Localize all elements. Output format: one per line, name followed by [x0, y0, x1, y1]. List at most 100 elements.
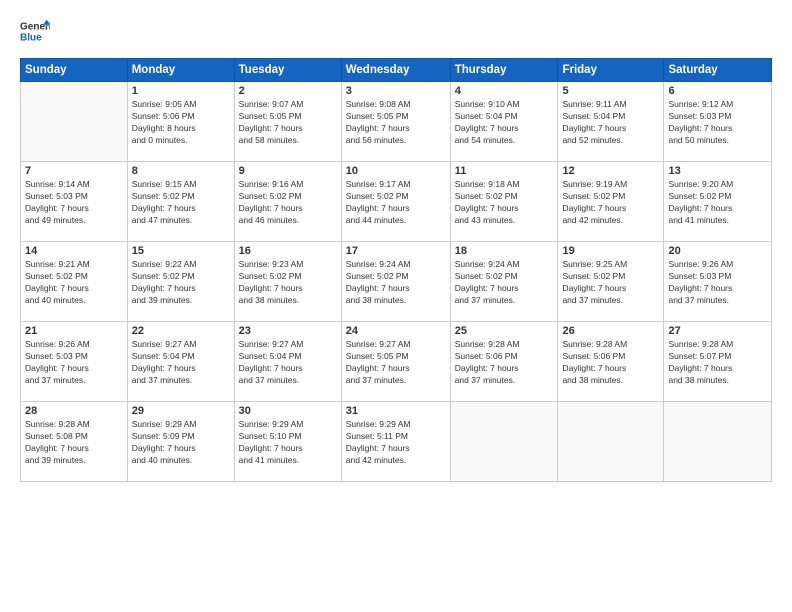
day-cell: 29Sunrise: 9:29 AMSunset: 5:09 PMDayligh… — [127, 402, 234, 482]
day-number: 25 — [455, 325, 554, 337]
day-number: 21 — [25, 325, 123, 337]
weekday-header-thursday: Thursday — [450, 59, 558, 82]
day-info: Sunrise: 9:27 AMSunset: 5:05 PMDaylight:… — [346, 339, 446, 387]
day-cell: 2 Sunrise: 9:07 AMSunset: 5:05 PMDaylight… — [234, 82, 341, 162]
day-info: Sunrise: 9:24 AMSunset: 5:02 PMDaylight:… — [346, 259, 446, 307]
day-info: Sunrise: 9:20 AMSunset: 5:02 PMDaylight:… — [668, 179, 767, 227]
weekday-header-monday: Monday — [127, 59, 234, 82]
day-number: 4 — [455, 85, 554, 97]
day-cell: 17 Sunrise: 9:24 AMSunset: 5:02 PMDayligh… — [341, 242, 450, 322]
day-info: Sunrise: 9:08 AMSunset: 5:05 PMDaylight:… — [346, 99, 446, 147]
day-number: 7 — [25, 165, 123, 177]
day-info: Sunrise: 9:28 AMSunset: 5:06 PMDaylight:… — [455, 339, 554, 387]
weekday-header-friday: Friday — [558, 59, 664, 82]
day-info: Sunrise: 9:15 AMSunset: 5:02 PMDaylight:… — [132, 179, 230, 227]
day-info: Sunrise: 9:21 AMSunset: 5:02 PMDaylight:… — [25, 259, 123, 307]
day-cell: 16 Sunrise: 9:23 AMSunset: 5:02 PMDayligh… — [234, 242, 341, 322]
day-info: Sunrise: 9:28 AMSunset: 5:07 PMDaylight:… — [668, 339, 767, 387]
day-number: 12 — [562, 165, 659, 177]
day-cell: 20 Sunrise: 9:26 AMSunset: 5:03 PMDayligh… — [664, 242, 772, 322]
day-info: Sunrise: 9:07 AMSunset: 5:05 PMDaylight:… — [239, 99, 337, 147]
day-info: Sunrise: 9:19 AMSunset: 5:02 PMDaylight:… — [562, 179, 659, 227]
day-number: 24 — [346, 325, 446, 337]
day-number: 19 — [562, 245, 659, 257]
day-number: 9 — [239, 165, 337, 177]
day-number: 15 — [132, 245, 230, 257]
day-number: 3 — [346, 85, 446, 97]
day-info: Sunrise: 9:14 AMSunset: 5:03 PMDaylight:… — [25, 179, 123, 227]
day-cell: 14 Sunrise: 9:21 AMSunset: 5:02 PMDayligh… — [21, 242, 128, 322]
day-cell: 21 Sunrise: 9:26 AMSunset: 5:03 PMDayligh… — [21, 322, 128, 402]
day-cell: 27 Sunrise: 9:28 AMSunset: 5:07 PMDayligh… — [664, 322, 772, 402]
day-cell: 18 Sunrise: 9:24 AMSunset: 5:02 PMDayligh… — [450, 242, 558, 322]
day-cell: 1 Sunrise: 9:05 AMSunset: 5:06 PMDaylight… — [127, 82, 234, 162]
day-info: Sunrise: 9:18 AMSunset: 5:02 PMDaylight:… — [455, 179, 554, 227]
day-number: 28 — [25, 405, 123, 417]
day-number: 1 — [132, 85, 230, 97]
day-number: 29 — [132, 405, 230, 417]
day-info: Sunrise: 9:26 AMSunset: 5:03 PMDaylight:… — [668, 259, 767, 307]
day-info: Sunrise: 9:11 AMSunset: 5:04 PMDaylight:… — [562, 99, 659, 147]
day-number: 16 — [239, 245, 337, 257]
day-info: Sunrise: 9:23 AMSunset: 5:02 PMDaylight:… — [239, 259, 337, 307]
day-info: Sunrise: 9:28 AMSunset: 5:06 PMDaylight:… — [562, 339, 659, 387]
week-row-3: 14 Sunrise: 9:21 AMSunset: 5:02 PMDayligh… — [21, 242, 772, 322]
logo: General Blue — [20, 18, 50, 48]
weekday-header-row: SundayMondayTuesdayWednesdayThursdayFrid… — [21, 59, 772, 82]
day-number: 18 — [455, 245, 554, 257]
day-cell: 15 Sunrise: 9:22 AMSunset: 5:02 PMDayligh… — [127, 242, 234, 322]
day-number: 14 — [25, 245, 123, 257]
day-number: 10 — [346, 165, 446, 177]
day-number: 11 — [455, 165, 554, 177]
day-cell: 22 Sunrise: 9:27 AMSunset: 5:04 PMDayligh… — [127, 322, 234, 402]
day-cell: 12 Sunrise: 9:19 AMSunset: 5:02 PMDayligh… — [558, 162, 664, 242]
day-cell — [21, 82, 128, 162]
day-number: 5 — [562, 85, 659, 97]
day-number: 17 — [346, 245, 446, 257]
day-number: 27 — [668, 325, 767, 337]
day-number: 23 — [239, 325, 337, 337]
day-number: 6 — [668, 85, 767, 97]
day-number: 2 — [239, 85, 337, 97]
day-info: Sunrise: 9:22 AMSunset: 5:02 PMDaylight:… — [132, 259, 230, 307]
day-cell: 10 Sunrise: 9:17 AMSunset: 5:02 PMDayligh… — [341, 162, 450, 242]
day-cell — [450, 402, 558, 482]
day-number: 13 — [668, 165, 767, 177]
day-number: 31 — [346, 405, 446, 417]
calendar-table: SundayMondayTuesdayWednesdayThursdayFrid… — [20, 58, 772, 482]
week-row-1: 1 Sunrise: 9:05 AMSunset: 5:06 PMDaylight… — [21, 82, 772, 162]
day-number: 20 — [668, 245, 767, 257]
day-cell — [558, 402, 664, 482]
weekday-header-sunday: Sunday — [21, 59, 128, 82]
day-info: Sunrise: 9:25 AMSunset: 5:02 PMDaylight:… — [562, 259, 659, 307]
svg-text:Blue: Blue — [20, 33, 42, 44]
day-info: Sunrise: 9:27 AMSunset: 5:04 PMDaylight:… — [239, 339, 337, 387]
day-info: Sunrise: 9:26 AMSunset: 5:03 PMDaylight:… — [25, 339, 123, 387]
day-cell: 31 Sunrise: 9:29 AMSunset: 5:11 PMDayligh… — [341, 402, 450, 482]
day-number: 26 — [562, 325, 659, 337]
day-cell — [664, 402, 772, 482]
day-info: Sunrise: 9:29 AMSunset: 5:11 PMDaylight:… — [346, 419, 446, 467]
day-cell: 4Sunrise: 9:10 AMSunset: 5:04 PMDaylight… — [450, 82, 558, 162]
day-cell: 5 Sunrise: 9:11 AMSunset: 5:04 PMDaylight… — [558, 82, 664, 162]
day-cell: 7 Sunrise: 9:14 AMSunset: 5:03 PMDaylight… — [21, 162, 128, 242]
week-row-5: 28Sunrise: 9:28 AMSunset: 5:08 PMDayligh… — [21, 402, 772, 482]
day-number: 22 — [132, 325, 230, 337]
day-info: Sunrise: 9:27 AMSunset: 5:04 PMDaylight:… — [132, 339, 230, 387]
weekday-header-wednesday: Wednesday — [341, 59, 450, 82]
day-info: Sunrise: 9:24 AMSunset: 5:02 PMDaylight:… — [455, 259, 554, 307]
page: General Blue SundayMondayTuesdayWednesda… — [0, 0, 792, 612]
day-cell: 28Sunrise: 9:28 AMSunset: 5:08 PMDayligh… — [21, 402, 128, 482]
day-cell: 11 Sunrise: 9:18 AMSunset: 5:02 PMDayligh… — [450, 162, 558, 242]
day-info: Sunrise: 9:16 AMSunset: 5:02 PMDaylight:… — [239, 179, 337, 227]
header: General Blue — [20, 18, 772, 48]
day-info: Sunrise: 9:05 AMSunset: 5:06 PMDaylight:… — [132, 99, 230, 147]
day-info: Sunrise: 9:29 AMSunset: 5:10 PMDaylight:… — [239, 419, 337, 467]
weekday-header-tuesday: Tuesday — [234, 59, 341, 82]
day-cell: 30Sunrise: 9:29 AMSunset: 5:10 PMDayligh… — [234, 402, 341, 482]
day-number: 8 — [132, 165, 230, 177]
day-info: Sunrise: 9:17 AMSunset: 5:02 PMDaylight:… — [346, 179, 446, 227]
day-cell: 19 Sunrise: 9:25 AMSunset: 5:02 PMDayligh… — [558, 242, 664, 322]
day-cell: 25 Sunrise: 9:28 AMSunset: 5:06 PMDayligh… — [450, 322, 558, 402]
day-cell: 23 Sunrise: 9:27 AMSunset: 5:04 PMDayligh… — [234, 322, 341, 402]
